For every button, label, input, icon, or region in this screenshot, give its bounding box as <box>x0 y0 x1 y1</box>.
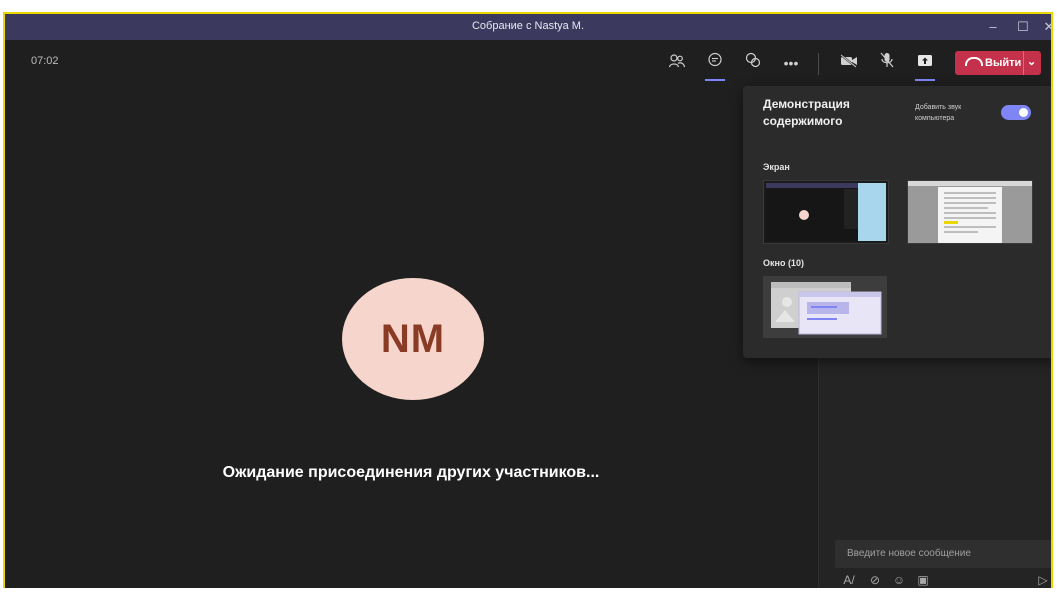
include-sound-label: Добавить звук компьютера <box>915 104 962 122</box>
leave-label: Выйти <box>985 57 1022 69</box>
include-sound-toggle[interactable] <box>1001 105 1031 120</box>
meeting-stage: NM Ожидание присоединения других участни… <box>5 86 817 588</box>
format-icon[interactable]: A/ <box>841 572 857 588</box>
leave-button[interactable]: Выйти ⌄ <box>955 51 1041 75</box>
page-bottom-edge <box>0 588 1057 592</box>
meeting-timer: 07:02 <box>31 55 59 67</box>
leave-split-divider <box>1023 51 1024 75</box>
mic-off-icon[interactable] <box>875 51 899 75</box>
window-title: Собрание с Nastya M. <box>471 20 585 32</box>
message-input[interactable]: Введите новое сообщение <box>835 540 1051 568</box>
maximize-icon[interactable]: ☐ <box>1013 17 1033 37</box>
reactions-icon[interactable] <box>741 51 765 75</box>
title-bar: Собрание с Nastya M. – ☐ ✕ <box>5 14 1051 40</box>
message-input-placeholder: Введите новое сообщение <box>847 548 971 559</box>
close-icon[interactable]: ✕ <box>1039 17 1051 37</box>
avatar: NM <box>342 278 484 400</box>
chevron-down-icon[interactable]: ⌄ <box>1027 55 1036 68</box>
gif-icon[interactable]: ▣ <box>915 572 931 588</box>
emoji-icon[interactable]: ☺ <box>891 572 907 588</box>
camera-off-icon[interactable] <box>837 51 861 75</box>
chat-icon[interactable] <box>703 51 727 81</box>
toolbar-divider <box>818 53 819 75</box>
screen-thumbnail-1[interactable] <box>763 180 889 244</box>
share-content-panel: Демонстрация содержимого Добавить звук к… <box>743 86 1051 358</box>
teams-meeting-window: Собрание с Nastya M. – ☐ ✕ 07:02 ••• Вый… <box>3 12 1053 590</box>
minimize-icon[interactable]: – <box>983 17 1003 37</box>
waiting-message: Ожидание присоединения других участников… <box>222 464 600 481</box>
screen-section-label: Экран <box>763 162 790 172</box>
screen-thumbnail-2[interactable] <box>907 180 1033 244</box>
share-content-icon[interactable] <box>913 51 937 81</box>
hangup-icon <box>965 57 983 66</box>
send-icon[interactable]: ▷ <box>1035 572 1051 588</box>
share-panel-title: Демонстрация содержимого <box>763 97 850 128</box>
window-thumbnail[interactable] <box>763 276 887 338</box>
windows-section-label: Окно (10) <box>763 258 804 268</box>
more-options-icon[interactable]: ••• <box>779 51 803 75</box>
participants-icon[interactable] <box>665 51 689 75</box>
attach-icon[interactable]: ⊘ <box>867 572 883 588</box>
meeting-toolbar: 07:02 ••• Выйти ⌄ <box>5 40 1051 86</box>
